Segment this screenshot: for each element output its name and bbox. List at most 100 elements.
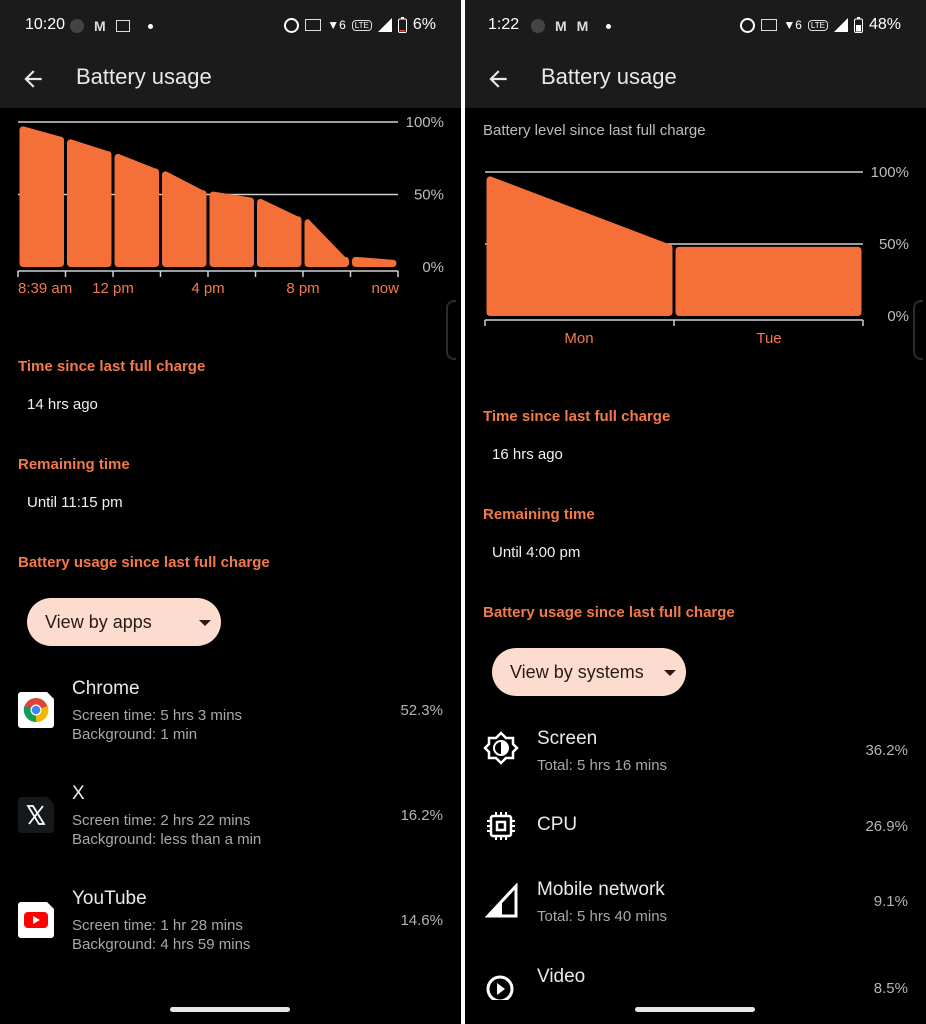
battery-icon [397,17,407,33]
battery-segment [209,191,254,267]
system-name: Video [537,966,586,987]
gallery-icon [115,20,130,32]
app-item-x[interactable]: X Screen time: 2 hrs 22 mins Background:… [0,783,461,853]
view-by-dropdown[interactable]: View by systems [492,648,686,696]
alarm-icon [284,17,300,33]
app-usage-percent: 52.3% [400,702,443,719]
chart-subtitle: Battery level since last full charge [483,122,706,139]
gmail-icon: M [576,18,589,34]
system-item-cpu[interactable]: CPU 26.9% [465,812,926,844]
x-tick-label: Tue [756,330,781,347]
status-bar: 1:22 M M ▼6 LTE 48% [465,0,926,52]
system-item-mobile-network[interactable]: Mobile network Total: 5 hrs 40 mins 9.1% [465,879,926,929]
battery-segment [486,176,673,316]
battery-segment [67,139,112,267]
dot-icon [606,23,612,29]
system-usage-percent: 26.9% [865,818,908,835]
app-name: YouTube [72,888,147,909]
x-tick-label: 8:39 am [18,280,72,297]
view-by-dropdown[interactable]: View by apps [27,598,221,646]
battery-segment [352,256,397,267]
wifi6-icon: ▼6 [327,18,346,32]
remaining-time-label: Remaining time [483,506,595,523]
time-since-charge-label: Time since last full charge [483,408,671,425]
y-tick-label: 0% [422,259,444,276]
app-bar: Battery usage [0,52,461,108]
x-icon [18,797,54,833]
system-usage-percent: 9.1% [873,893,908,910]
time-since-charge-value: 16 hrs ago [492,446,563,463]
signal-icon [485,883,518,918]
battery-segment [304,219,349,267]
system-usage-percent: 36.2% [865,742,908,759]
system-name: Mobile network [537,879,665,900]
y-tick-label: 50% [414,187,444,204]
dropdown-label: View by systems [510,661,644,682]
battery-percent: 6% [412,16,436,33]
volte-icon: LTE [351,19,372,31]
edge-panel-handle[interactable] [446,300,456,360]
time-since-charge-value: 14 hrs ago [27,396,98,413]
dot-icon [147,23,153,29]
battery-level-chart: 100% 50% 0% 8:39 am 12 pm 4 pm 8 pm now [17,114,444,297]
system-total-time: Total: 5 hrs 40 mins [537,908,668,925]
left-screen: 10:20 M ▼6 LTE 6% Battery usage 100% 50% 0… [0,0,461,1024]
system-name: CPU [537,814,578,835]
battery-usage-label: Battery usage since last full charge [18,554,270,571]
page-title: Battery usage [76,64,212,89]
app-item-youtube[interactable]: YouTube Screen time: 1 hr 28 mins Backgr… [0,888,461,958]
y-tick-label: 100% [871,164,909,181]
signal-icon [833,18,848,32]
y-tick-label: 100% [406,114,444,131]
cpu-icon [487,812,515,840]
back-arrow-icon[interactable] [485,66,511,92]
app-background-time: Background: 4 hrs 59 mins [72,936,251,953]
gmail-icon: M [94,18,106,34]
auto-icon [305,19,322,31]
app-name: Chrome [72,678,140,699]
page-title: Battery usage [541,64,677,89]
app-usage-percent: 16.2% [400,807,443,824]
y-tick-label: 50% [879,236,909,253]
sync-icon [70,19,84,33]
alarm-icon [740,17,756,33]
chrome-icon [18,692,54,728]
app-item-chrome[interactable]: Chrome Screen time: 5 hrs 3 mins Backgro… [0,678,461,748]
app-screen-time: Screen time: 1 hr 28 mins [72,917,243,934]
youtube-icon [18,902,54,938]
auto-icon [761,19,778,31]
status-bar: 10:20 M ▼6 LTE 6% [0,0,461,52]
volte-icon: LTE [807,19,828,31]
signal-icon [377,18,392,32]
app-background-time: Background: 1 min [72,726,198,743]
battery-icon [853,17,863,33]
app-background-time: Background: less than a min [72,831,262,848]
dropdown-label: View by apps [45,611,152,632]
gmail-icon: M [555,18,567,34]
battery-segment [114,153,159,267]
x-tick-label: 4 pm [191,280,224,297]
wifi6-icon: ▼6 [783,18,802,32]
app-usage-percent: 14.6% [400,912,443,929]
remaining-time-label: Remaining time [18,456,130,473]
battery-segment [257,198,302,267]
x-tick-label: 8 pm [286,280,319,297]
system-item-screen[interactable]: Screen Total: 5 hrs 16 mins 36.2% [465,728,926,778]
system-item-video[interactable]: Video 8.5% [465,966,926,1006]
battery-level-chart: 100% 50% 0% Mon Tue [484,164,909,347]
video-icon [486,975,514,1000]
remaining-time-value: Until 4:00 pm [492,544,581,561]
brightness-icon [483,731,519,765]
status-time: 10:20 [25,16,66,33]
edge-panel-handle[interactable] [913,300,923,360]
x-tick-label: 12 pm [92,280,134,297]
chevron-down-icon [199,620,211,626]
time-since-charge-label: Time since last full charge [18,358,206,375]
app-name: X [72,783,85,804]
gesture-nav-handle[interactable] [170,1007,290,1012]
battery-percent: 48% [868,16,901,33]
back-arrow-icon[interactable] [20,66,46,92]
app-screen-time: Screen time: 2 hrs 22 mins [72,812,251,829]
gesture-nav-handle[interactable] [635,1007,755,1012]
y-tick-label: 0% [887,308,909,325]
